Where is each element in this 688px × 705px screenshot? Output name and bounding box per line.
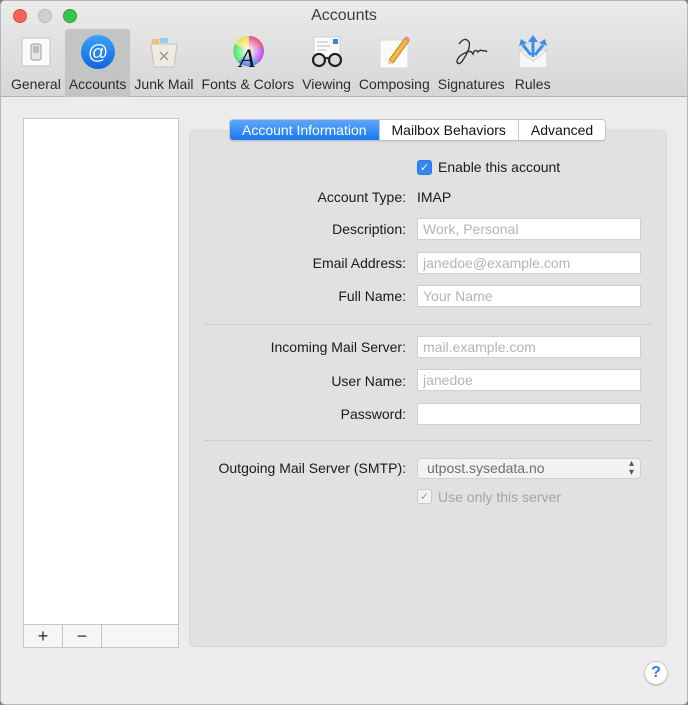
toolbar-item-rules[interactable]: Rules [509, 29, 557, 97]
toolbar-item-fonts-colors[interactable]: A Fonts & Colors [198, 29, 299, 97]
outgoing-server-select[interactable]: utpost.sysedata.no ▴ ▾ [417, 458, 641, 479]
toolbar-item-composing[interactable]: Composing [355, 29, 434, 97]
incoming-server-label: Incoming Mail Server: [270, 339, 406, 355]
section-divider [204, 324, 652, 325]
switch-icon [16, 32, 56, 72]
help-button[interactable]: ? [644, 661, 668, 685]
at-sign-icon: @ [78, 32, 118, 72]
pencil-paper-icon [374, 32, 414, 72]
svg-text:@: @ [87, 42, 107, 64]
email-address-label: Email Address: [312, 255, 406, 271]
password-label: Password: [340, 406, 406, 422]
toolbar-label: Junk Mail [134, 76, 194, 92]
envelope-arrows-icon [513, 32, 553, 72]
incoming-server-field[interactable] [417, 336, 641, 358]
preferences-toolbar: General @ Accounts Junk Mail A Fonts & C… [1, 29, 557, 97]
titlebar: Accounts General @ Accounts Junk Mail A … [1, 1, 687, 97]
toolbar-item-signatures[interactable]: Signatures [434, 29, 509, 97]
toolbar-item-accounts[interactable]: @ Accounts [64, 29, 131, 97]
accounts-list[interactable]: + − [23, 118, 179, 648]
email-address-field[interactable] [417, 252, 641, 274]
signature-icon [451, 32, 491, 72]
account-type-value: IMAP [417, 189, 452, 205]
full-name-label: Full Name: [338, 288, 406, 304]
toolbar-item-general[interactable]: General [7, 29, 65, 97]
toolbar-label: Accounts [68, 76, 127, 92]
enable-account-label: Enable this account [438, 159, 561, 175]
accounts-preferences-window: Accounts General @ Accounts Junk Mail A … [0, 0, 688, 705]
window-title: Accounts [311, 7, 377, 24]
account-type-label: Account Type: [317, 189, 406, 205]
user-name-label: User Name: [331, 373, 406, 389]
toolbar-label: General [11, 76, 61, 92]
toolbar-label: Fonts & Colors [201, 76, 295, 92]
outgoing-server-label: Outgoing Mail Server (SMTP): [218, 460, 407, 476]
use-only-server-checkbox[interactable]: ✓ [417, 489, 432, 504]
accounts-list-footer: + − [24, 624, 178, 647]
chevron-up-down-icon: ▴ ▾ [628, 458, 634, 478]
glasses-letter-icon [307, 32, 347, 72]
tab-mailbox-behaviors[interactable]: Mailbox Behaviors [380, 120, 519, 140]
enable-account-checkbox[interactable]: ✓ [417, 160, 432, 175]
remove-account-button[interactable]: − [63, 625, 102, 647]
toolbar-label: Composing [358, 76, 430, 92]
add-account-button[interactable]: + [24, 625, 63, 647]
use-only-server-label: Use only this server [438, 489, 561, 505]
account-tabs: Account Information Mailbox Behaviors Ad… [229, 119, 607, 141]
user-name-field[interactable] [417, 369, 641, 391]
font-color-wheel-icon: A [228, 32, 268, 72]
svg-text:A: A [237, 44, 255, 70]
tab-advanced[interactable]: Advanced [519, 120, 605, 140]
description-field[interactable] [417, 218, 641, 240]
section-divider [204, 440, 652, 441]
toolbar-label: Signatures [437, 76, 505, 92]
description-label: Description: [332, 221, 406, 237]
password-field[interactable] [417, 403, 641, 425]
toolbar-label: Viewing [302, 76, 351, 92]
full-name-field[interactable] [417, 285, 641, 307]
tab-account-information[interactable]: Account Information [230, 120, 380, 140]
toolbar-item-viewing[interactable]: Viewing [298, 29, 355, 97]
trash-bin-icon [144, 32, 184, 72]
toolbar-label: Rules [514, 76, 551, 92]
toolbar-item-junk-mail[interactable]: Junk Mail [130, 29, 197, 97]
outgoing-server-value: utpost.sysedata.no [427, 460, 545, 476]
